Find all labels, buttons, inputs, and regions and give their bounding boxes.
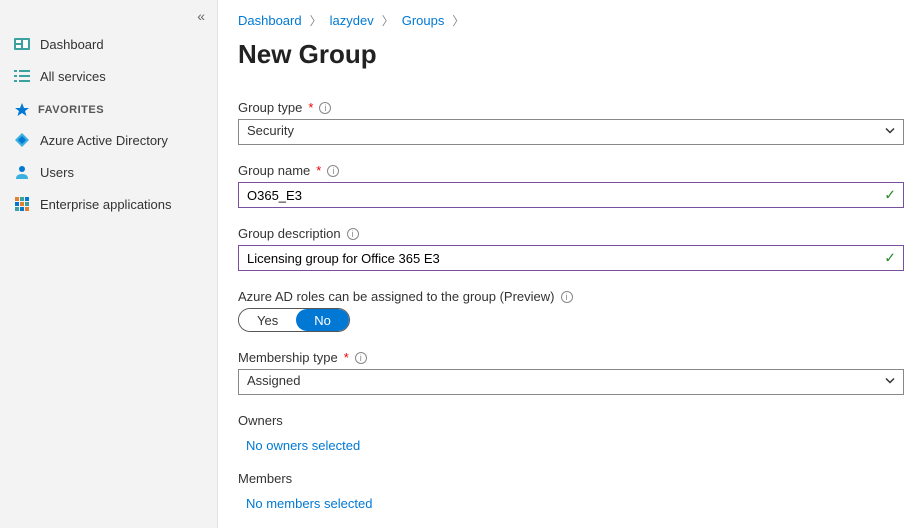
label-group-type: Group type (238, 100, 302, 115)
sidebar-label: All services (40, 69, 106, 84)
field-group-description: Group description i ✓ (238, 226, 904, 271)
info-icon[interactable]: i (327, 165, 339, 177)
breadcrumb: Dashboard 〉 lazydev 〉 Groups 〉 (238, 12, 904, 29)
sidebar-label: Enterprise applications (40, 197, 172, 212)
sidebar-item-aad[interactable]: Azure Active Directory (0, 124, 217, 156)
owners-heading: Owners (238, 413, 904, 428)
star-icon (14, 102, 30, 118)
favorites-heading: FAVORITES (0, 92, 217, 124)
sidebar-label: Dashboard (40, 37, 104, 52)
chevron-right-icon: 〉 (382, 12, 394, 29)
aad-icon (14, 132, 30, 148)
main-content: Dashboard 〉 lazydev 〉 Groups 〉 New Group… (218, 0, 924, 528)
members-heading: Members (238, 471, 904, 486)
breadcrumb-link-dashboard[interactable]: Dashboard (238, 13, 302, 28)
sidebar-item-all-services[interactable]: All services (0, 60, 217, 92)
label-membership-type: Membership type (238, 350, 338, 365)
info-icon[interactable]: i (319, 102, 331, 114)
required-asterisk: * (344, 350, 349, 365)
label-group-description: Group description (238, 226, 341, 241)
sidebar-label: Azure Active Directory (40, 133, 168, 148)
ad-roles-toggle: Yes No (238, 308, 350, 332)
field-membership-type: Membership type * i Assigned (238, 350, 904, 395)
dashboard-icon (14, 36, 30, 52)
ad-roles-no[interactable]: No (296, 309, 349, 331)
members-selector-link[interactable]: No members selected (238, 494, 380, 513)
required-asterisk: * (308, 100, 313, 115)
page-title: New Group (238, 39, 904, 70)
breadcrumb-link-lazydev[interactable]: lazydev (330, 13, 374, 28)
owners-selector-link[interactable]: No owners selected (238, 436, 368, 455)
users-icon (14, 164, 30, 180)
sidebar-item-enterprise-apps[interactable]: Enterprise applications (0, 188, 217, 220)
info-icon[interactable]: i (355, 352, 367, 364)
sidebar-item-users[interactable]: Users (0, 156, 217, 188)
info-icon[interactable]: i (347, 228, 359, 240)
field-group-type: Group type * i Security (238, 100, 904, 145)
field-ad-roles: Azure AD roles can be assigned to the gr… (238, 289, 904, 332)
group-description-input[interactable] (238, 245, 904, 271)
label-group-name: Group name (238, 163, 310, 178)
required-asterisk: * (316, 163, 321, 178)
collapse-sidebar-button[interactable]: « (0, 4, 217, 28)
breadcrumb-link-groups[interactable]: Groups (402, 13, 445, 28)
label-ad-roles: Azure AD roles can be assigned to the gr… (238, 289, 555, 304)
group-name-input[interactable] (238, 182, 904, 208)
chevron-right-icon: 〉 (310, 12, 322, 29)
sidebar-label: Users (40, 165, 74, 180)
info-icon[interactable]: i (561, 291, 573, 303)
membership-type-select[interactable]: Assigned (238, 369, 904, 395)
sidebar: « Dashboard All services FAVORITES Azure… (0, 0, 218, 528)
list-icon (14, 68, 30, 84)
apps-icon (14, 196, 30, 212)
field-group-name: Group name * i ✓ (238, 163, 904, 208)
sidebar-item-dashboard[interactable]: Dashboard (0, 28, 217, 60)
chevron-right-icon: 〉 (452, 12, 464, 29)
group-type-select[interactable]: Security (238, 119, 904, 145)
ad-roles-yes[interactable]: Yes (239, 309, 296, 331)
